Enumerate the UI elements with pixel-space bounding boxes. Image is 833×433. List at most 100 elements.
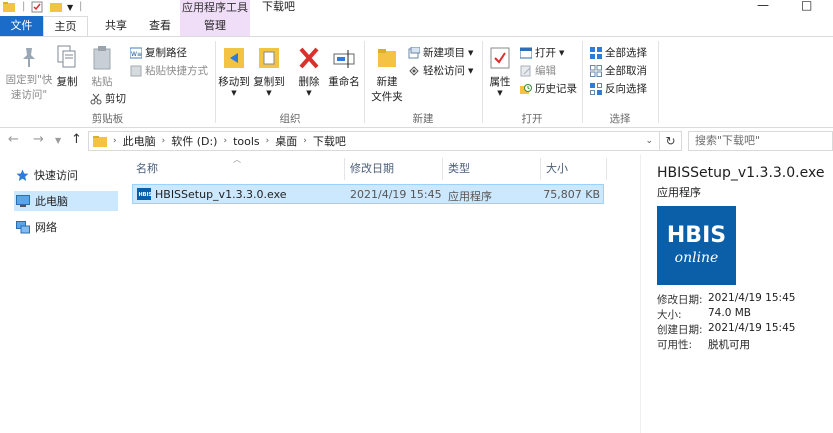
search-input[interactable]: 搜索"下载吧" — [688, 131, 833, 151]
edit-button[interactable]: 编辑 — [520, 63, 556, 78]
breadcrumb-drive-d[interactable]: 软件 (D:) — [171, 133, 217, 149]
recent-locations-icon[interactable]: ▼ — [55, 136, 61, 145]
svg-text:HBIS: HBIS — [139, 192, 152, 198]
copy-to-label: 复制到 — [253, 76, 285, 88]
history-button[interactable]: 历史记录 — [520, 81, 577, 96]
back-arrow-icon[interactable]: ← — [8, 132, 19, 147]
copy-button[interactable]: 复制 — [56, 45, 78, 89]
tab-share[interactable]: 共享 — [96, 16, 136, 36]
sort-ascending-icon: ︿ — [233, 155, 241, 164]
nav-item-quick-access[interactable]: 快速访问 — [16, 165, 120, 185]
properties-dropdown-icon: ▼ — [497, 89, 503, 97]
nav-item-network[interactable]: 网络 — [16, 217, 120, 237]
column-header-name[interactable]: 名称 — [136, 158, 158, 180]
copy-path-button[interactable]: W≡ 复制路径 — [130, 45, 187, 60]
column-header-size[interactable]: 大小 — [546, 158, 568, 180]
preview-prop-availability: 可用性: 脱机可用 — [657, 337, 750, 352]
delete-button[interactable]: 删除 ▼ — [296, 45, 322, 97]
forward-arrow-icon[interactable]: → — [33, 132, 44, 147]
refresh-button[interactable]: ↻ — [660, 131, 682, 151]
pin-icon — [23, 48, 35, 67]
breadcrumb-desktop[interactable]: 桌面 — [275, 133, 297, 149]
breadcrumb-this-pc[interactable]: 此电脑 — [123, 133, 156, 149]
paste-label: 粘贴 — [91, 76, 113, 88]
clipboard-icon — [93, 46, 111, 70]
new-folder-icon — [378, 49, 396, 67]
prop-key: 创建日期: — [657, 324, 703, 336]
chevron-down-icon[interactable]: ⌄ — [645, 136, 653, 146]
easy-access-button[interactable]: 轻松访问 ▼ — [408, 63, 473, 78]
properties-quick-icon[interactable] — [31, 1, 43, 16]
rename-label: 重命名 — [328, 76, 360, 88]
new-item-button[interactable]: 新建项目 ▼ — [408, 45, 473, 60]
open-label: 打开 — [535, 47, 556, 59]
new-item-icon — [408, 46, 420, 58]
delete-label: 删除 — [298, 76, 320, 88]
column-header-modified[interactable]: 修改日期 — [350, 158, 394, 180]
new-folder-quick-icon[interactable] — [50, 1, 62, 16]
divider: | — [79, 1, 83, 12]
pin-label-line2: 速访问" — [10, 89, 48, 101]
paste-shortcut-button[interactable]: 粘贴快捷方式 — [130, 63, 208, 78]
table-row[interactable]: HBIS HBISSetup_v1.3.3.0.exe 2021/4/19 15… — [132, 184, 604, 204]
column-separator[interactable] — [344, 158, 345, 180]
breadcrumb-tools[interactable]: tools — [233, 135, 260, 148]
address-bar[interactable]: › 此电脑 › 软件 (D:) › tools › 桌面 › 下载吧 ⌄ — [88, 131, 660, 151]
properties-label: 属性 — [489, 76, 511, 88]
open-icon — [520, 47, 532, 58]
move-to-dropdown-icon: ▼ — [231, 89, 237, 97]
paste-button[interactable]: 粘贴 — [90, 45, 114, 89]
select-none-label: 全部取消 — [605, 65, 647, 77]
select-all-label: 全部选择 — [605, 47, 647, 59]
tab-view[interactable]: 查看 — [140, 16, 180, 36]
column-separator[interactable] — [442, 158, 443, 180]
copy-path-icon: W≡ — [130, 47, 142, 58]
rename-icon — [333, 50, 355, 68]
open-button[interactable]: 打开 ▼ — [520, 45, 564, 60]
tab-file[interactable]: 文件 — [0, 16, 43, 36]
select-none-button[interactable]: 全部取消 — [590, 63, 647, 78]
invert-selection-button[interactable]: 反向选择 — [590, 81, 647, 96]
maximize-button[interactable]: □ — [801, 0, 812, 12]
column-separator[interactable] — [606, 158, 607, 180]
group-label-new: 新建 — [412, 113, 434, 125]
copy-to-button[interactable]: 复制到 ▼ — [252, 45, 286, 97]
move-to-icon — [224, 48, 244, 68]
minimize-button[interactable]: — — [757, 0, 769, 12]
easy-access-label: 轻松访问 — [423, 65, 465, 77]
move-to-button[interactable]: 移动到 ▼ — [217, 45, 251, 97]
pin-to-quick-access-button[interactable]: 固定到"快 速访问" — [4, 45, 54, 102]
preview-pane: HBISSetup_v1.3.3.0.exe 应用程序 HBIS online … — [640, 154, 833, 433]
scissors-icon — [90, 93, 102, 104]
select-all-button[interactable]: 全部选择 — [590, 45, 647, 60]
properties-button[interactable]: 属性 ▼ — [487, 45, 513, 97]
file-type: 应用程序 — [448, 190, 492, 203]
history-label: 历史记录 — [535, 83, 577, 95]
quick-access-dropdown-icon[interactable]: ▼ — [67, 3, 73, 12]
star-icon — [16, 169, 29, 181]
prop-key: 修改日期: — [657, 294, 703, 306]
column-header-type[interactable]: 类型 — [448, 158, 470, 180]
tab-manage[interactable]: 管理 — [180, 16, 250, 36]
folder-icon[interactable] — [3, 1, 15, 16]
tab-home[interactable]: 主页 — [43, 16, 88, 37]
prop-value: 脱机可用 — [708, 339, 750, 351]
nav-item-this-pc[interactable]: 此电脑 — [14, 191, 118, 211]
cut-button[interactable]: 剪切 — [90, 91, 126, 106]
paste-shortcut-label: 粘贴快捷方式 — [145, 65, 208, 77]
breadcrumb-current[interactable]: 下载吧 — [313, 133, 346, 149]
column-separator[interactable] — [540, 158, 541, 180]
cut-label: 剪切 — [105, 93, 126, 105]
nav-item-label: 快速访问 — [34, 169, 78, 182]
new-folder-button[interactable]: 新建 文件夹 — [370, 45, 404, 104]
new-item-dropdown-icon: ▼ — [468, 48, 474, 57]
group-label-open: 打开 — [521, 113, 543, 125]
select-none-icon — [590, 64, 602, 77]
title-bar: | ▼ | 应用程序工具 下载吧 — □ — [0, 0, 833, 16]
rename-button[interactable]: 重命名 — [328, 45, 360, 89]
copy-to-icon — [259, 48, 279, 68]
preview-file-type: 应用程序 — [657, 186, 701, 199]
file-list: ︿ 名称 修改日期 类型 大小 HBIS HBISSetup_v1.3.3.0.… — [120, 154, 638, 433]
up-arrow-icon[interactable]: ↑ — [71, 132, 82, 147]
file-name: HBISSetup_v1.3.3.0.exe — [155, 188, 287, 201]
